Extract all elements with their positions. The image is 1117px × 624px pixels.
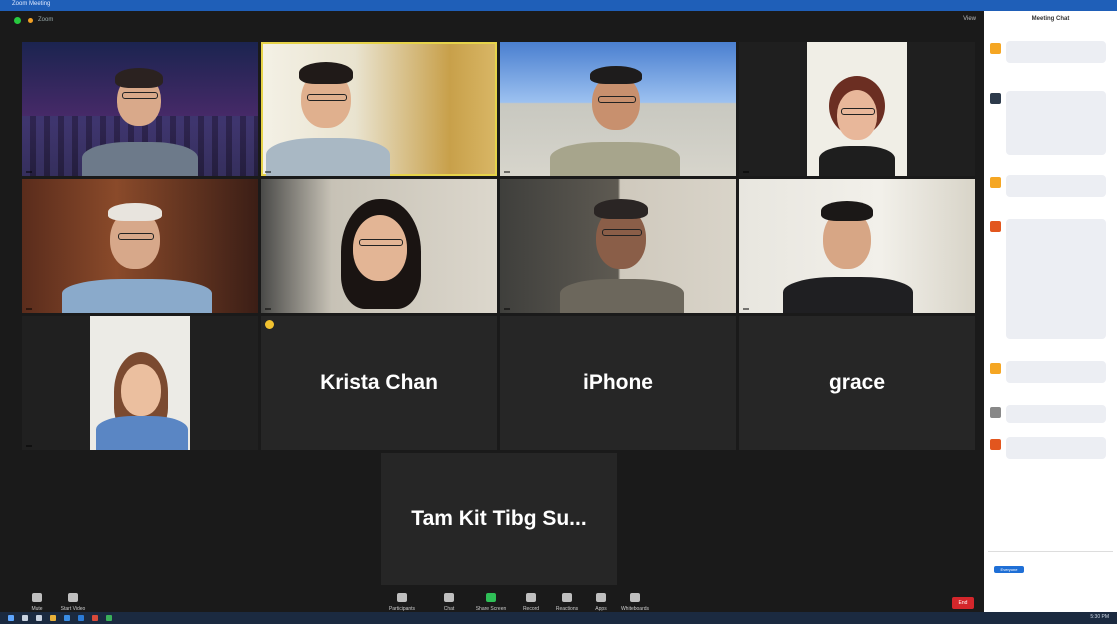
video-tile[interactable] [500, 179, 736, 313]
start-icon[interactable] [8, 615, 14, 621]
chat-input-area[interactable]: Everyone [988, 551, 1113, 592]
share-screen-icon [486, 593, 496, 602]
chat-icon [444, 593, 454, 602]
task-view-icon[interactable] [36, 615, 42, 621]
meeting-info-icon[interactable] [28, 18, 33, 23]
app-icon[interactable] [92, 615, 98, 621]
participant-display-name: Tam Kit Tibg Su... [411, 507, 587, 530]
name-tile[interactable]: Krista Chan [261, 316, 497, 450]
end-button[interactable]: End [952, 597, 974, 609]
window-title: Zoom Meeting [12, 1, 51, 7]
participant-display-name: Krista Chan [320, 371, 438, 394]
record-button[interactable]: Record [514, 593, 548, 612]
view-button[interactable]: View [963, 16, 976, 22]
clock: 5:30 PM [1090, 614, 1109, 620]
file-explorer-icon[interactable] [50, 615, 56, 621]
participant-name [26, 308, 32, 310]
participant-name [743, 171, 749, 173]
chat-bubble [1006, 405, 1106, 423]
chat-bubble [1006, 361, 1106, 383]
video-tile[interactable] [261, 179, 497, 313]
chat-bubble [1006, 175, 1106, 197]
participant-display-name: grace [828, 371, 886, 394]
whiteboards-button[interactable]: Whiteboards [618, 593, 652, 612]
zoom-app-icon[interactable] [78, 615, 84, 621]
avatar [990, 363, 1001, 374]
video-tile[interactable] [500, 42, 736, 176]
reactions-button[interactable]: Reactions [550, 593, 584, 612]
whiteboard-icon [630, 593, 640, 602]
participants-icon [397, 593, 407, 602]
meeting-area: Zoom View Krista Chan iPhone grace Tam K… [0, 11, 984, 623]
participant-name [743, 308, 749, 310]
avatar [990, 439, 1001, 450]
participant-name [504, 171, 510, 173]
participant-name [504, 308, 510, 310]
share-screen-button[interactable]: Share Screen [474, 593, 508, 612]
chat-panel: Meeting Chat Everyone [984, 11, 1117, 612]
participant-name [265, 308, 271, 310]
search-icon[interactable] [22, 615, 28, 621]
security-shield-icon[interactable] [14, 17, 21, 24]
microphone-icon [32, 593, 42, 602]
participant-display-name: iPhone [582, 371, 653, 394]
video-tile[interactable] [22, 42, 258, 176]
mute-button[interactable]: Mute [20, 593, 54, 612]
reaction-emoji-icon [265, 320, 274, 329]
name-tile[interactable]: grace [739, 316, 975, 450]
chat-bubble [1006, 437, 1106, 459]
name-tile[interactable]: Tam Kit Tibg Su... [381, 453, 617, 585]
start-video-button[interactable]: Start Video [56, 593, 90, 612]
avatar [990, 177, 1001, 188]
participants-button[interactable]: Participants [385, 593, 419, 612]
chat-bubble [1006, 219, 1106, 339]
video-tile[interactable] [739, 179, 975, 313]
participant-name [26, 171, 32, 173]
avatar [990, 93, 1001, 104]
recipient-selector[interactable]: Everyone [994, 566, 1024, 573]
chat-button[interactable]: Chat [432, 593, 466, 612]
window-titlebar: Zoom Meeting [0, 0, 1117, 11]
participant-name [265, 171, 271, 173]
meeting-topbar: Zoom View [0, 11, 984, 29]
chat-bubble [1006, 91, 1106, 155]
apps-button[interactable]: Apps [584, 593, 618, 612]
chat-title: Meeting Chat [1031, 16, 1070, 22]
record-icon [526, 593, 536, 602]
app-icon[interactable] [106, 615, 112, 621]
avatar [990, 43, 1001, 54]
avatar [990, 221, 1001, 232]
camera-icon [68, 593, 78, 602]
reactions-icon [562, 593, 572, 602]
name-tile[interactable]: iPhone [500, 316, 736, 450]
video-tile[interactable] [739, 42, 975, 176]
edge-icon[interactable] [64, 615, 70, 621]
windows-taskbar: 5:30 PM [0, 612, 1117, 624]
video-tile[interactable] [22, 179, 258, 313]
avatar [990, 407, 1001, 418]
video-tile-active-speaker[interactable] [261, 42, 497, 176]
meeting-info-label: Zoom [38, 17, 54, 23]
apps-icon [596, 593, 606, 602]
participant-name [26, 445, 32, 447]
video-tile[interactable] [22, 316, 258, 450]
chat-bubble [1006, 41, 1106, 63]
